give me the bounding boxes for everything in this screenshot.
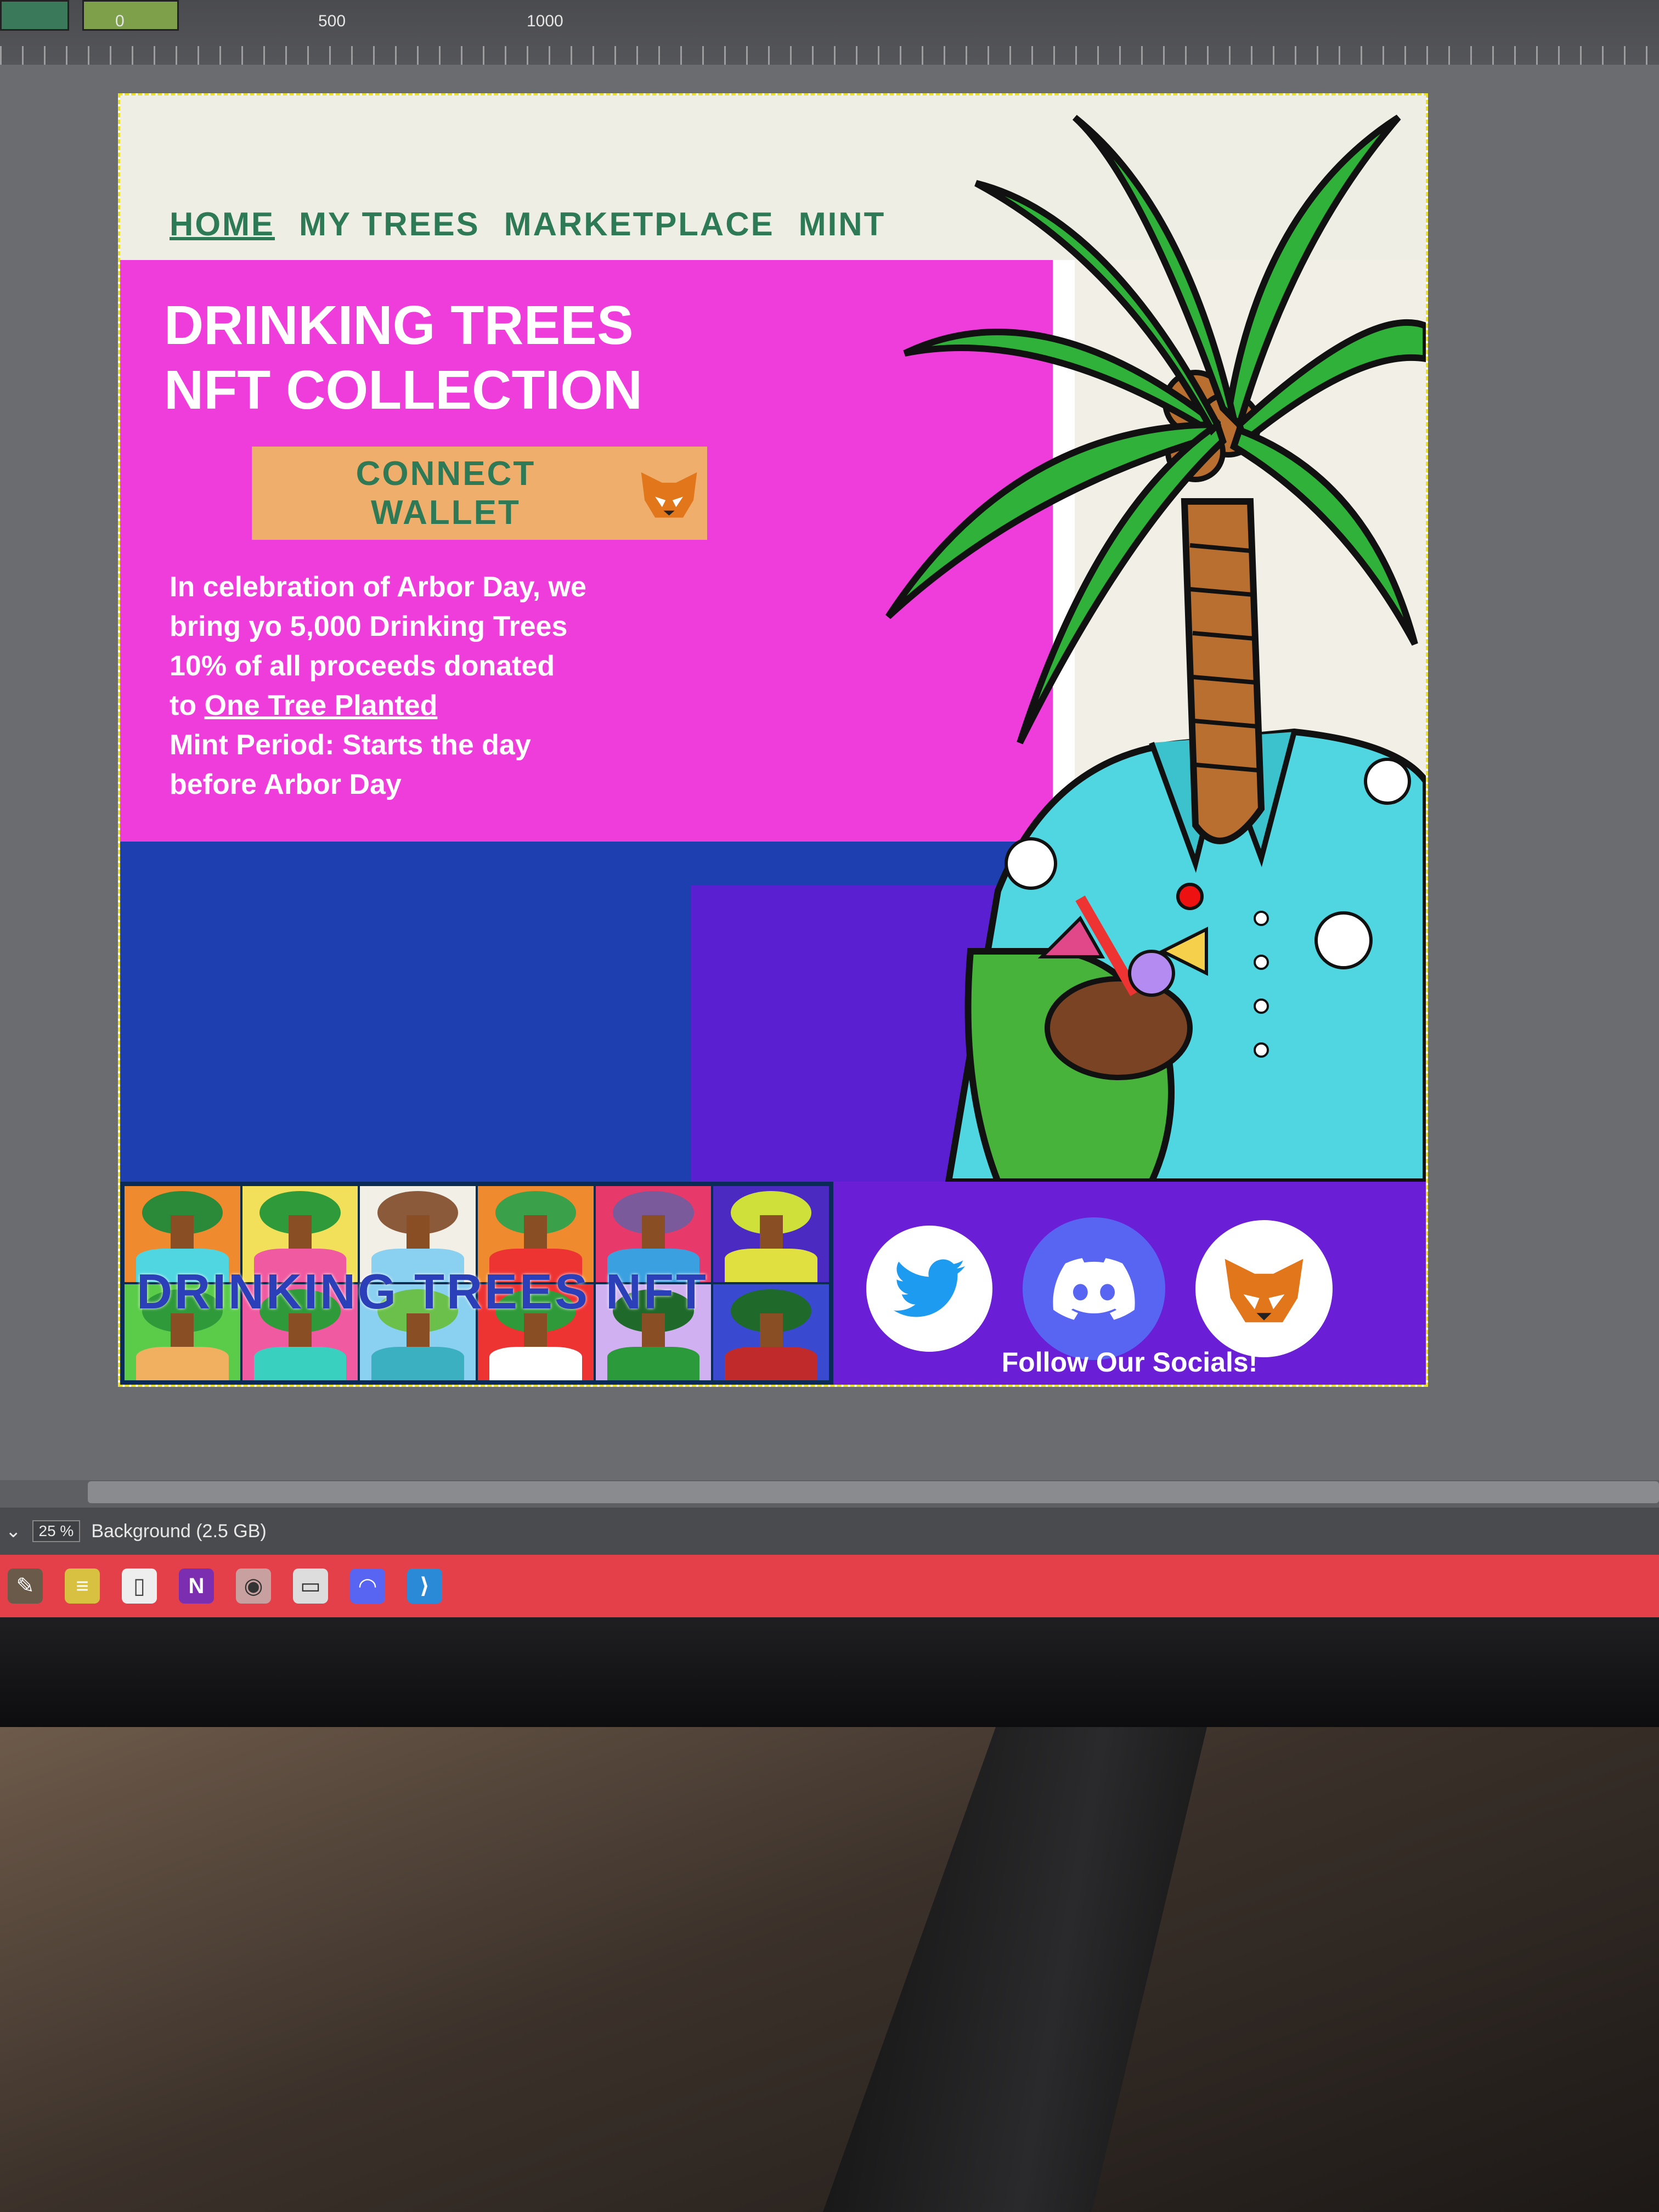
file-icon[interactable]: ▯ xyxy=(122,1568,157,1604)
metamask-button[interactable] xyxy=(1195,1220,1333,1357)
desc-line: bring yo 5,000 Drinking Trees xyxy=(170,611,568,642)
nav-marketplace[interactable]: MARKETPLACE xyxy=(504,205,775,260)
horizontal-scrollbar[interactable] xyxy=(88,1481,1659,1503)
desk-surface xyxy=(0,1727,1659,2212)
connect-wallet-button[interactable]: CONNECT WALLET xyxy=(252,447,707,540)
ruler-mark-0: 0 xyxy=(115,12,125,30)
status-bar: ⌄ 25 % Background (2.5 GB) xyxy=(0,1508,1659,1555)
description: In celebration of Arbor Day, we bring yo… xyxy=(170,567,718,804)
discord-icon xyxy=(1053,1257,1135,1320)
desc-line: to One Tree Planted xyxy=(170,686,718,725)
one-tree-planted-link[interactable]: One Tree Planted xyxy=(205,690,438,721)
desc-line: before Arbor Day xyxy=(170,769,402,800)
metamask-fox-icon xyxy=(641,472,697,518)
ruler-mark-500: 500 xyxy=(318,12,346,30)
desc-to: to xyxy=(170,690,197,721)
gimp-icon[interactable]: ✎ xyxy=(8,1568,43,1604)
socials-panel: Follow Our Socials! xyxy=(833,1182,1426,1385)
layer-thumbnails[interactable] xyxy=(0,0,179,31)
onenote-icon[interactable]: N xyxy=(179,1568,214,1604)
palm-tree-mascot-illustration xyxy=(885,114,1426,1182)
remote-desktop-icon[interactable]: ▭ xyxy=(293,1568,328,1604)
nft-thumb[interactable] xyxy=(712,1283,830,1381)
ruler-mark-1000: 1000 xyxy=(527,12,563,30)
notepad-icon[interactable]: ≡ xyxy=(65,1568,100,1604)
vscode-icon[interactable]: ⟩ xyxy=(407,1568,442,1604)
gallery-overlay-title: DRINKING TREES NFT xyxy=(137,1265,709,1319)
desc-line: 10% of all proceeds donated xyxy=(170,650,555,682)
discord-icon[interactable]: ◠ xyxy=(350,1568,385,1604)
connect-wallet-label: CONNECT WALLET xyxy=(356,455,536,532)
ruler-ticks xyxy=(0,46,1659,65)
web-design-canvas[interactable]: HOME MY TREES MARKETPLACE MINT DRINKING … xyxy=(118,93,1428,1387)
nav-my-trees[interactable]: MY TREES xyxy=(299,205,480,260)
screenshot-icon[interactable]: ◉ xyxy=(236,1568,271,1604)
chevron-down-icon[interactable]: ⌄ xyxy=(5,1520,21,1542)
twitter-button[interactable] xyxy=(866,1226,992,1352)
nft-thumb[interactable] xyxy=(712,1185,830,1283)
zoom-select[interactable]: 25 % xyxy=(32,1520,81,1542)
monitor-bezel xyxy=(0,1617,1659,1727)
follow-socials-label: Follow Our Socials! xyxy=(1001,1347,1258,1378)
ruler: 0 500 1000 xyxy=(0,0,1659,67)
discord-button[interactable] xyxy=(1023,1217,1165,1360)
twitter-icon xyxy=(894,1259,965,1317)
desc-line: Mint Period: Starts the day xyxy=(170,729,531,761)
taskbar: ✎ ≡ ▯ N ◉ ▭ ◠ ⟩ xyxy=(0,1555,1659,1617)
layer-info: Background (2.5 GB) xyxy=(91,1520,267,1542)
nav-home[interactable]: HOME xyxy=(170,205,275,260)
page-title: DRINKING TREES NFT COLLECTION xyxy=(164,295,643,421)
metamask-fox-icon xyxy=(1224,1259,1304,1323)
desc-line: In celebration of Arbor Day, we xyxy=(170,571,586,603)
